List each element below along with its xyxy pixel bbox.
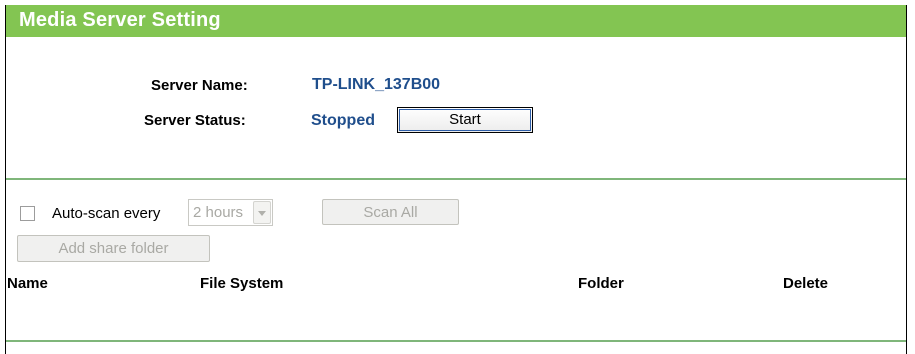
column-header-file-system: File System (200, 275, 284, 292)
server-status-value: Stopped (311, 112, 375, 129)
page-title: Media Server Setting (19, 9, 221, 31)
title-bar: Media Server Setting (6, 5, 906, 37)
scan-interval-select[interactable]: 2 hours (188, 199, 273, 226)
media-server-panel: Media Server Setting Server Name: TP-LIN… (5, 5, 907, 354)
column-header-delete: Delete (783, 275, 829, 292)
scan-all-button[interactable]: Scan All (322, 199, 459, 225)
column-header-name: Name (7, 275, 48, 292)
bottom-divider (6, 340, 906, 342)
server-name-value: TP-LINK_137B00 (312, 76, 441, 93)
divider (6, 178, 906, 180)
start-button[interactable]: Start (397, 107, 533, 133)
chevron-down-icon[interactable] (253, 201, 271, 224)
server-status-label: Server Status: (144, 112, 246, 129)
auto-scan-checkbox[interactable] (20, 206, 35, 221)
column-header-folder: Folder (578, 275, 624, 292)
add-share-folder-button[interactable]: Add share folder (17, 235, 210, 262)
auto-scan-label: Auto-scan every (52, 205, 161, 222)
scan-interval-value: 2 hours (193, 204, 244, 221)
server-name-label: Server Name: (151, 77, 248, 94)
